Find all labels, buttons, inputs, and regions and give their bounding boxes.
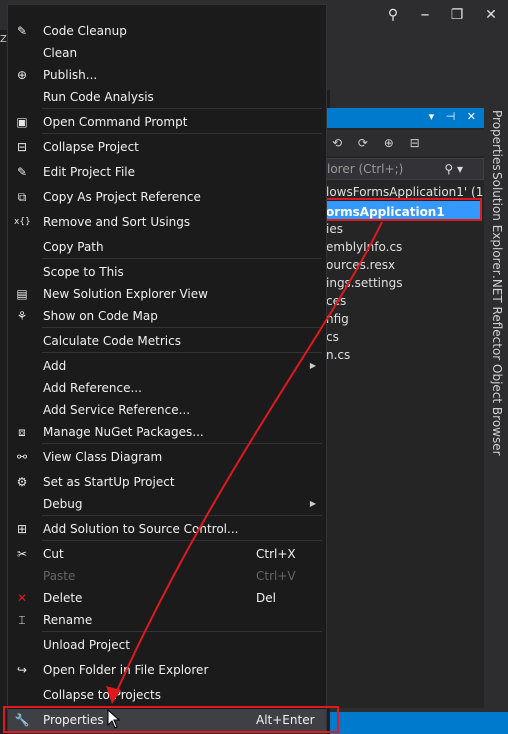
annotation-arrow xyxy=(106,221,383,704)
mouse-cursor xyxy=(107,709,121,729)
